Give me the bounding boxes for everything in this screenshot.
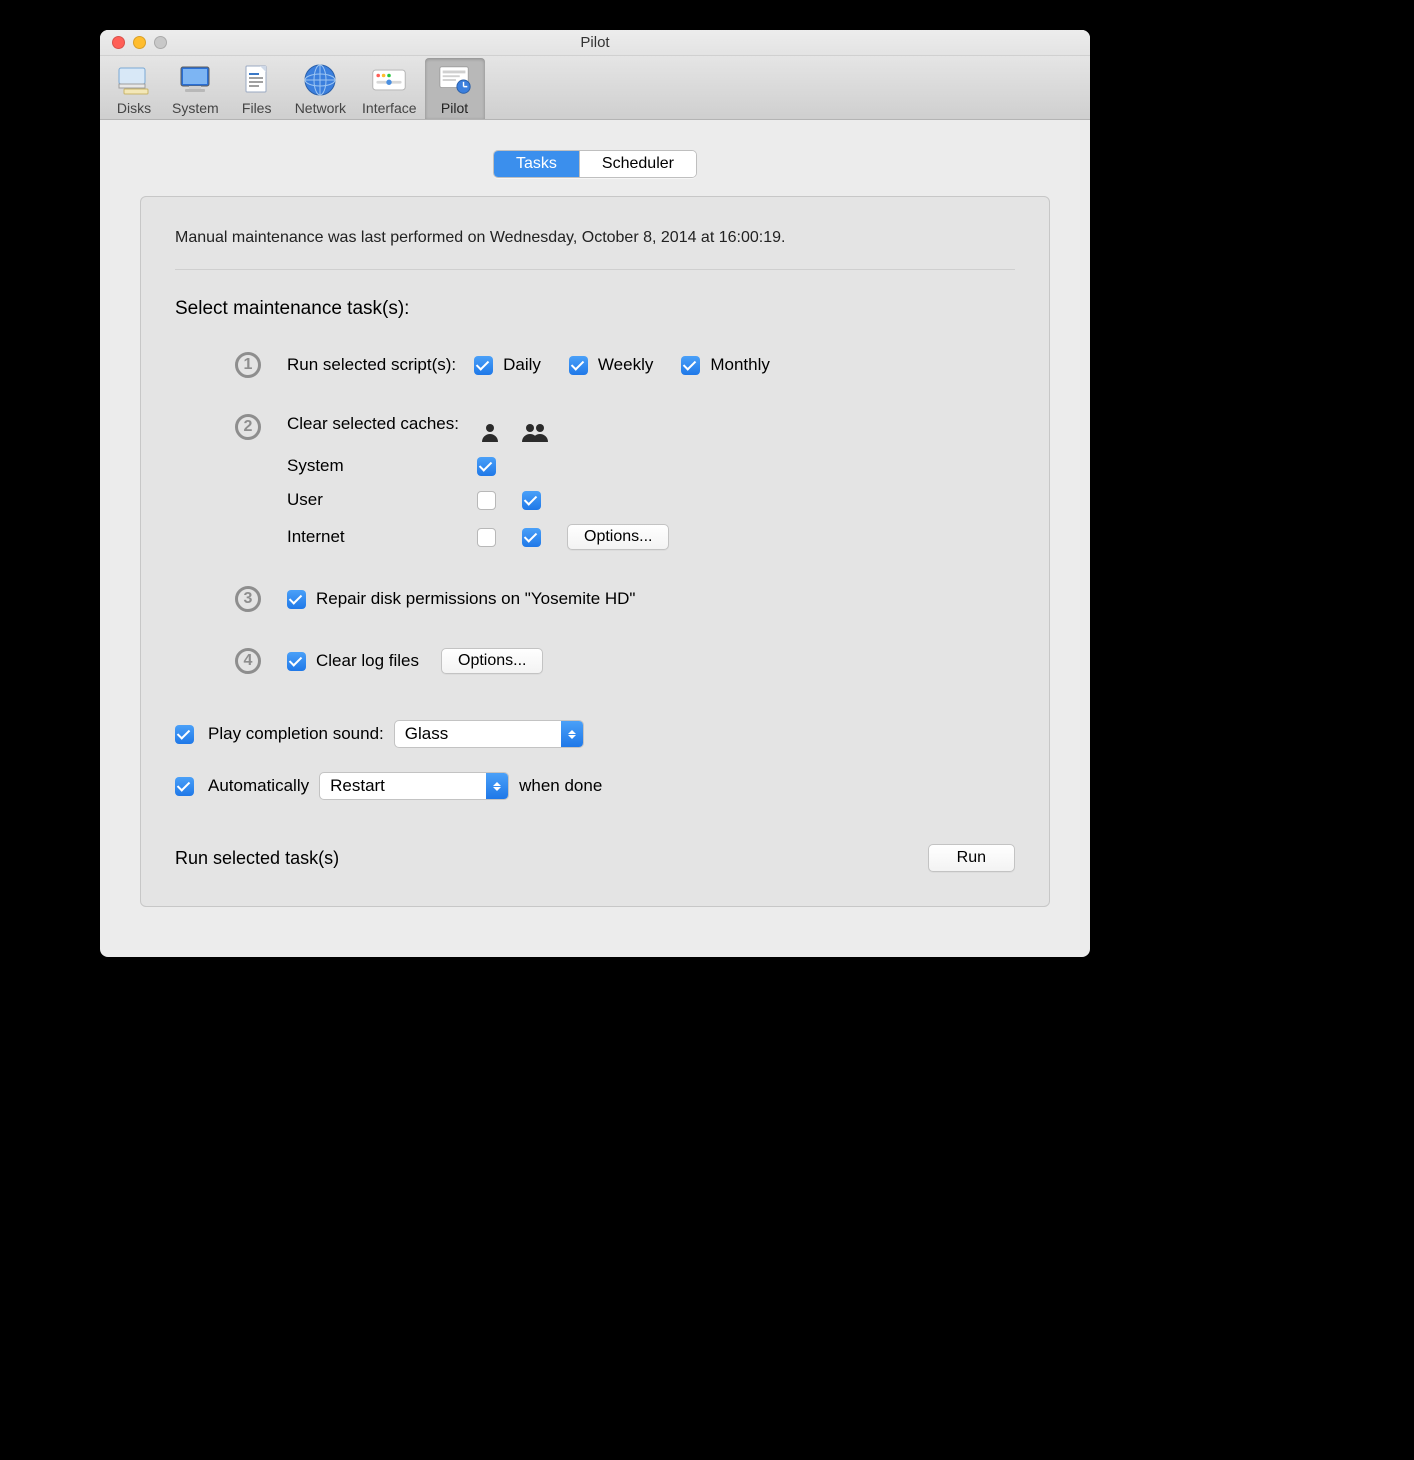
toolbar-label: Network [295, 100, 346, 116]
network-icon [302, 62, 338, 98]
internet-options-button[interactable]: Options... [567, 524, 669, 550]
files-icon [239, 62, 275, 98]
weekly-label: Weekly [598, 355, 653, 375]
window-title: Pilot [100, 34, 1090, 51]
cache-row-internet: Internet [287, 527, 477, 547]
window-minimize-button[interactable] [133, 36, 146, 49]
window-close-button[interactable] [112, 36, 125, 49]
task-scripts: 1 Run selected script(s): Daily Weekly M… [223, 352, 1015, 378]
checkbox-cache-system[interactable] [477, 457, 496, 476]
window-zoom-button[interactable] [154, 36, 167, 49]
toolbar-item-interface[interactable]: Interface [354, 58, 424, 119]
checkbox-weekly[interactable] [569, 356, 588, 375]
auto-label-after: when done [519, 776, 602, 796]
app-window: Pilot Disks System [100, 30, 1090, 957]
repair-label: Repair disk permissions on "Yosemite HD" [316, 589, 635, 609]
sound-select-value: Glass [395, 724, 561, 744]
task-clear-logs: 4 Clear log files Options... [223, 648, 1015, 674]
footer-label: Run selected task(s) [175, 848, 339, 869]
toolbar-item-files[interactable]: Files [227, 58, 287, 119]
logs-options-button[interactable]: Options... [441, 648, 543, 674]
toolbar-label: System [172, 100, 219, 116]
cache-row-system: System [287, 456, 477, 476]
caches-label: Clear selected caches: [287, 414, 459, 434]
cache-row-user: User [287, 490, 477, 510]
checkbox-auto-action[interactable] [175, 777, 194, 796]
tab-tasks[interactable]: Tasks [494, 151, 579, 177]
all-users-icon [522, 422, 548, 442]
checkbox-cache-internet-all[interactable] [522, 528, 541, 547]
checkbox-cache-internet-current[interactable] [477, 528, 496, 547]
step-badge-4: 4 [235, 648, 261, 674]
tab-segmented-control: Tasks Scheduler [493, 150, 697, 178]
tasks-panel: Manual maintenance was last performed on… [140, 196, 1050, 907]
daily-label: Daily [503, 355, 541, 375]
toolbar-label: Pilot [441, 100, 468, 116]
toolbar-label: Interface [362, 100, 416, 116]
system-icon [177, 62, 213, 98]
toolbar-label: Files [242, 100, 272, 116]
checkbox-daily[interactable] [474, 356, 493, 375]
checkbox-monthly[interactable] [681, 356, 700, 375]
toolbar-label: Disks [117, 100, 151, 116]
checkbox-cache-user-current[interactable] [477, 491, 496, 510]
current-user-icon [477, 422, 503, 442]
select-arrows-icon [561, 721, 583, 747]
monthly-label: Monthly [710, 355, 770, 375]
checkbox-clear-logs[interactable] [287, 652, 306, 671]
task-caches: 2 Clear selected caches: [223, 414, 1015, 550]
auto-label-before: Automatically [208, 776, 309, 796]
tab-scheduler[interactable]: Scheduler [579, 151, 696, 177]
clear-logs-label: Clear log files [316, 651, 419, 671]
auto-action-select[interactable]: Restart [319, 772, 509, 800]
checkbox-cache-user-all[interactable] [522, 491, 541, 510]
select-arrows-icon [486, 773, 508, 799]
section-title: Select maintenance task(s): [175, 298, 1015, 320]
interface-icon [371, 62, 407, 98]
sound-select[interactable]: Glass [394, 720, 584, 748]
toolbar-item-network[interactable]: Network [287, 58, 354, 119]
step-badge-1: 1 [235, 352, 261, 378]
last-run-status: Manual maintenance was last performed on… [175, 229, 1015, 270]
toolbar-item-system[interactable]: System [164, 58, 227, 119]
task-repair-permissions: 3 Repair disk permissions on "Yosemite H… [223, 586, 1015, 612]
toolbar-item-disks[interactable]: Disks [104, 58, 164, 119]
step-badge-3: 3 [235, 586, 261, 612]
pilot-icon [437, 62, 473, 98]
step-badge-2: 2 [235, 414, 261, 440]
toolbar: Disks System [100, 56, 1090, 120]
checkbox-repair-permissions[interactable] [287, 590, 306, 609]
auto-action-value: Restart [320, 776, 486, 796]
titlebar: Pilot [100, 30, 1090, 56]
toolbar-item-pilot[interactable]: Pilot [425, 58, 485, 119]
run-button[interactable]: Run [928, 844, 1015, 872]
checkbox-play-sound[interactable] [175, 725, 194, 744]
play-sound-label: Play completion sound: [208, 724, 384, 744]
disks-icon [116, 62, 152, 98]
scripts-label: Run selected script(s): [287, 355, 456, 375]
